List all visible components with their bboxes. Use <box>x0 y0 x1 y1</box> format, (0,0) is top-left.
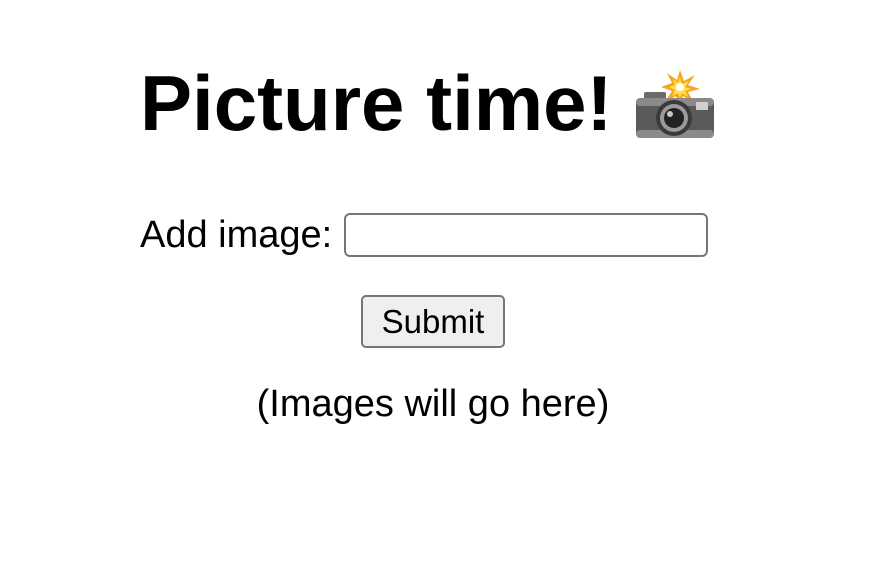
camera-with-flash-icon <box>634 70 716 140</box>
page: Picture time! Add image: Submit (Images … <box>0 0 888 566</box>
add-image-label: Add image: <box>140 214 333 256</box>
images-placeholder-text: (Images will go here) <box>256 383 610 425</box>
page-title: Picture time! <box>140 59 613 147</box>
add-image-form: Add image: <box>140 208 709 262</box>
submit-button[interactable]: Submit <box>361 295 505 348</box>
image-url-input[interactable] <box>344 213 709 257</box>
page-heading: Picture time! <box>140 58 716 148</box>
